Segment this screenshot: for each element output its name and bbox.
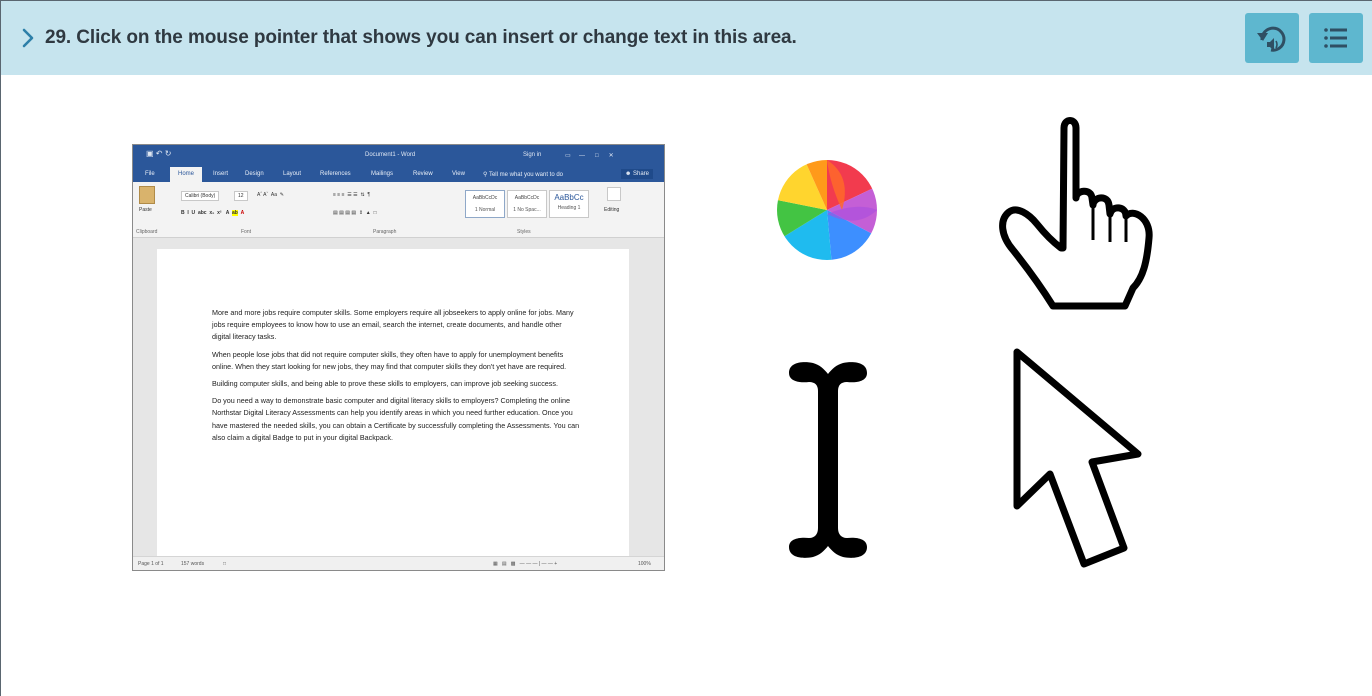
option-i-beam-pointer[interactable] [783, 356, 873, 564]
format-buttons: B I U abc x₂ x² A ab A [181, 210, 245, 216]
group-font: Font [241, 229, 252, 235]
view-buttons: ▦ ▤ ▩ — — — | — — + [493, 561, 558, 567]
zoom-level: 100% [638, 561, 651, 567]
group-styles: Styles [517, 229, 531, 235]
document-paragraph: Building computer skills, and being able… [212, 379, 558, 389]
tab-review: Review [413, 171, 433, 177]
style-name: 1 Normal [474, 207, 496, 213]
list-menu-icon [1324, 28, 1347, 48]
align-buttons: ▤ ▤ ▤ ▤ ⇕ ▲ □ [333, 210, 377, 216]
word-ribbon-tabs: File Home Insert Design Layout Reference… [133, 166, 664, 182]
status-bar: Page 1 of 1 157 words □ ▦ ▤ ▩ — — — | — … [133, 556, 664, 570]
document-body: More and more jobs require computer skil… [212, 307, 582, 449]
font-size-buttons: Aˆ Aˇ Aa ✎ [257, 192, 284, 198]
tab-view: View [452, 171, 465, 177]
status-page: Page 1 of 1 [138, 561, 164, 567]
list-buttons: ≡ ≡ ≡ ☰ ☰ ⇅ ¶ [333, 192, 371, 198]
hand-pointer-icon [999, 117, 1153, 310]
tab-home: Home [170, 167, 203, 182]
status-words: 157 words [181, 561, 205, 567]
word-page: More and more jobs require computer skil… [157, 249, 629, 559]
tab-mailings: Mailings [371, 171, 394, 177]
word-title-bar: ▣ ↶ ↻ Document1 - Word Sign in ▭ — □ ✕ [133, 145, 664, 166]
style-name: 1 No Spac... [513, 207, 541, 213]
chevron-right-icon[interactable] [18, 25, 38, 51]
tab-layout: Layout [283, 171, 302, 177]
find-icon [607, 187, 621, 201]
word-title: Document1 - Word [365, 152, 416, 158]
menu-button[interactable] [1309, 13, 1363, 63]
tell-me-box: ⚲ Tell me what you want to do [483, 172, 563, 178]
style-heading-1: AaBbCc Heading 1 [549, 190, 589, 218]
arrow-cursor-icon [1013, 348, 1142, 568]
style-preview: AaBbCc [554, 193, 584, 202]
spinning-wheel-icon [777, 160, 877, 260]
option-spinning-wheel-pointer[interactable] [772, 154, 882, 266]
proofing-icon: □ [223, 561, 227, 567]
tab-references: References [320, 171, 351, 177]
style-name: Heading 1 [557, 205, 581, 211]
sign-in-link: Sign in [523, 152, 542, 158]
group-clipboard: Clipboard [136, 229, 158, 235]
save-icon: ▣ ↶ ↻ [146, 149, 172, 158]
i-beam-text-cursor-icon [789, 362, 867, 558]
paste-label: Paste [139, 207, 152, 213]
window-controls-icon: ▭ — □ ✕ [565, 153, 614, 159]
editing-label: Editing [604, 207, 620, 213]
group-paragraph: Paragraph [373, 229, 397, 235]
question-bar: 29. Click on the mouse pointer that show… [1, 1, 1372, 75]
question-text: 29. Click on the mouse pointer that show… [45, 27, 797, 48]
tab-design: Design [245, 171, 264, 177]
word-document-screenshot: ▣ ↶ ↻ Document1 - Word Sign in ▭ — □ ✕ F… [132, 144, 665, 571]
option-hand-pointer[interactable] [993, 110, 1159, 314]
document-paragraph: Do you need a way to demonstrate basic c… [212, 396, 580, 442]
style-normal: AaBbCcDc 1 Normal [465, 190, 505, 218]
option-arrow-pointer[interactable] [1006, 344, 1146, 576]
tab-file: File [145, 171, 155, 177]
document-paragraph: More and more jobs require computer skil… [212, 308, 574, 342]
replay-audio-button[interactable] [1245, 13, 1299, 63]
share-button: ☻ Share [621, 169, 653, 179]
font-name-box: Calibri (Body) [181, 191, 220, 201]
style-no-spacing: AaBbCcDc 1 No Spac... [507, 190, 547, 218]
style-preview: AaBbCcDc [472, 195, 498, 201]
tab-insert: Insert [213, 171, 229, 177]
replay-audio-icon [1257, 26, 1286, 52]
paste-icon [139, 186, 155, 204]
document-paragraph: When people lose jobs that did not requi… [212, 349, 567, 371]
word-ribbon: Paste Calibri (Body) 12 Aˆ Aˇ Aa ✎ B I U… [133, 182, 664, 238]
style-preview: AaBbCcDc [514, 195, 540, 201]
scrollbar [642, 249, 654, 555]
font-size-box: 12 [234, 191, 248, 201]
